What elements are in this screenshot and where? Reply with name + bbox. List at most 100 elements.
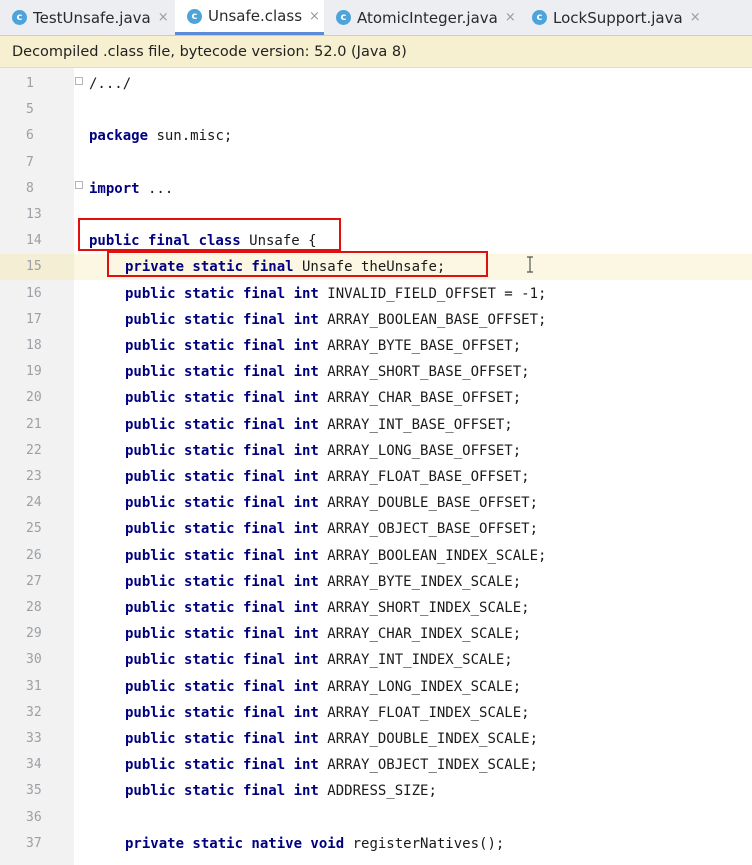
keyword: public static final int [125,704,319,721]
code-line[interactable]: 5 [0,97,752,123]
close-icon[interactable]: × [158,10,169,25]
code-line[interactable]: 36 [0,805,752,831]
identifier-text: ARRAY_INT_BASE_OFFSET; [318,416,513,433]
identifier-text: ... [139,180,174,197]
code-line[interactable]: 17 public static final int ARRAY_BOOLEAN_… [0,307,752,333]
code-line[interactable]: 16 public static final int INVALID_FIELD_… [0,281,752,307]
code-line[interactable]: 24 public static final int ARRAY_DOUBLE_B… [0,490,752,516]
keyword: public static final int [125,390,319,407]
line-number: 27 [26,573,42,589]
code-line[interactable]: 21 public static final int ARRAY_INT_BASE… [0,412,752,438]
identifier-text: ARRAY_OBJECT_BASE_OFFSET; [318,521,539,538]
keyword: public static final int [125,338,319,354]
line-number: 18 [26,338,42,353]
fold-icon[interactable] [75,77,83,85]
identifier-text: ARRAY_FLOAT_BASE_OFFSET; [318,469,530,485]
identifier-text: ARRAY_CHAR_INDEX_SCALE; [318,626,522,643]
identifier-text: ARRAY_CHAR_BASE_OFFSET; [318,390,522,407]
code-line[interactable]: 7 [0,150,752,176]
code-line[interactable]: 25 public static final int ARRAY_OBJECT_B… [0,516,752,542]
code-line[interactable]: 19 public static final int ARRAY_SHORT_BA… [0,359,752,385]
code-text: public static final int ARRAY_BOOLEAN_BA… [125,307,546,333]
code-line[interactable]: 31 public static final int ARRAY_LONG_IND… [0,674,752,700]
code-line[interactable]: 26 public static final int ARRAY_BOOLEAN_… [0,543,752,569]
keyword: public static final int [125,442,319,459]
keyword: public static final int [125,731,319,747]
code-text: public static final int ARRAY_LONG_INDEX… [125,674,521,700]
code-text: public static final int ARRAY_INT_INDEX_… [125,647,513,673]
identifier-text: ARRAY_BYTE_BASE_OFFSET; [318,338,522,354]
keyword: public static final int [125,600,319,616]
tab-label: Unsafe.class [208,7,303,25]
identifier-text: ADDRESS_SIZE; [318,783,437,800]
code-line[interactable]: 30 public static final int ARRAY_INT_INDE… [0,647,752,673]
line-number: 16 [26,285,42,301]
keyword: public static final int [125,652,319,669]
code-line[interactable]: 8 import ... [0,176,752,202]
keyword: private static native void [125,835,345,852]
identifier-text: ARRAY_LONG_BASE_OFFSET; [318,442,522,459]
line-number: 13 [26,207,42,222]
tab-testunsafe-java[interactable]: c TestUnsafe.java × [0,0,175,35]
decompiled-banner: Decompiled .class file, bytecode version… [0,36,752,68]
code-text: /.../ [89,71,131,97]
identifier-text: ARRAY_BYTE_INDEX_SCALE; [318,573,522,590]
code-editor[interactable]: 37 private static native void registerNat… [0,68,752,865]
tab-unsafe-class[interactable]: c Unsafe.class × [175,0,324,35]
line-number: 15 [0,254,74,281]
line-number: 25 [26,521,42,537]
class-c-icon: c [336,10,351,25]
code-text: public static final int ARRAY_FLOAT_INDE… [125,700,530,726]
close-icon[interactable]: × [690,10,701,25]
code-line[interactable]: 29 public static final int ARRAY_CHAR_IND… [0,621,752,647]
code-line[interactable]: 22 public static final int ARRAY_LONG_BAS… [0,438,752,464]
line-number: 24 [26,495,42,511]
code-line[interactable]: 37 private static native void registerNat… [0,831,752,857]
tab-locksupport-java[interactable]: c LockSupport.java × [520,0,701,35]
keyword: public static final int [125,416,319,433]
line-number: 8 [26,180,34,196]
code-line[interactable]: 20 public static final int ARRAY_CHAR_BAS… [0,385,752,411]
tab-label: TestUnsafe.java [33,8,151,27]
line-number: 30 [26,652,42,668]
code-text: public static final int ARRAY_BOOLEAN_IN… [125,543,546,569]
code-line[interactable]: 34 public static final int ARRAY_OBJECT_I… [0,752,752,778]
line-number: 31 [26,678,42,694]
highlight-box-theunsafe-field [107,251,488,277]
highlight-box-class-declaration [78,218,341,251]
keyword: public static final int [125,757,319,774]
identifier-text: ARRAY_DOUBLE_INDEX_SCALE; [318,731,539,747]
code-line[interactable]: 33 public static final int ARRAY_DOUBLE_I… [0,726,752,752]
identifier-text: ARRAY_INT_INDEX_SCALE; [318,652,513,669]
identifier-text: ARRAY_SHORT_BASE_OFFSET; [318,364,530,381]
code-text: public static final int ARRAY_SHORT_BASE… [125,359,530,385]
code-text: public static final int ARRAY_BYTE_BASE_… [125,333,521,359]
fold-icon[interactable] [75,181,83,189]
tab-label: LockSupport.java [553,8,683,27]
code-line[interactable]: 28 public static final int ARRAY_SHORT_IN… [0,595,752,621]
line-number: 6 [26,128,34,144]
code-line[interactable]: 23 public static final int ARRAY_FLOAT_BA… [0,464,752,490]
code-line[interactable]: 27 public static final int ARRAY_BYTE_IND… [0,569,752,595]
code-line[interactable]: 18 public static final int ARRAY_BYTE_BAS… [0,333,752,359]
line-number: 32 [26,704,42,720]
code-text: public static final int INVALID_FIELD_OF… [125,281,546,307]
keyword: public static final int [125,783,319,800]
line-number: 14 [26,233,42,249]
code-line[interactable]: 6 package sun.misc; [0,123,752,149]
line-number: 22 [26,442,42,458]
identifier-text: ARRAY_LONG_INDEX_SCALE; [318,678,522,695]
code-line[interactable]: 35 public static final int ADDRESS_SIZE; [0,778,752,804]
code-line[interactable]: 32 public static final int ARRAY_FLOAT_IN… [0,700,752,726]
identifier-text: ARRAY_OBJECT_INDEX_SCALE; [318,757,539,774]
close-icon[interactable]: × [505,10,516,25]
code-text: public static final int ARRAY_INT_BASE_O… [125,412,513,438]
tab-atomicinteger-java[interactable]: c AtomicInteger.java × [324,0,520,35]
code-text: private static native void registerNativ… [125,831,504,857]
close-icon[interactable]: × [309,9,320,24]
keyword: import [89,180,140,197]
keyword: public static final int [125,311,319,328]
line-number: 26 [26,547,42,563]
code-text: package sun.misc; [89,123,232,149]
code-line[interactable]: 1 /.../ [0,71,752,97]
